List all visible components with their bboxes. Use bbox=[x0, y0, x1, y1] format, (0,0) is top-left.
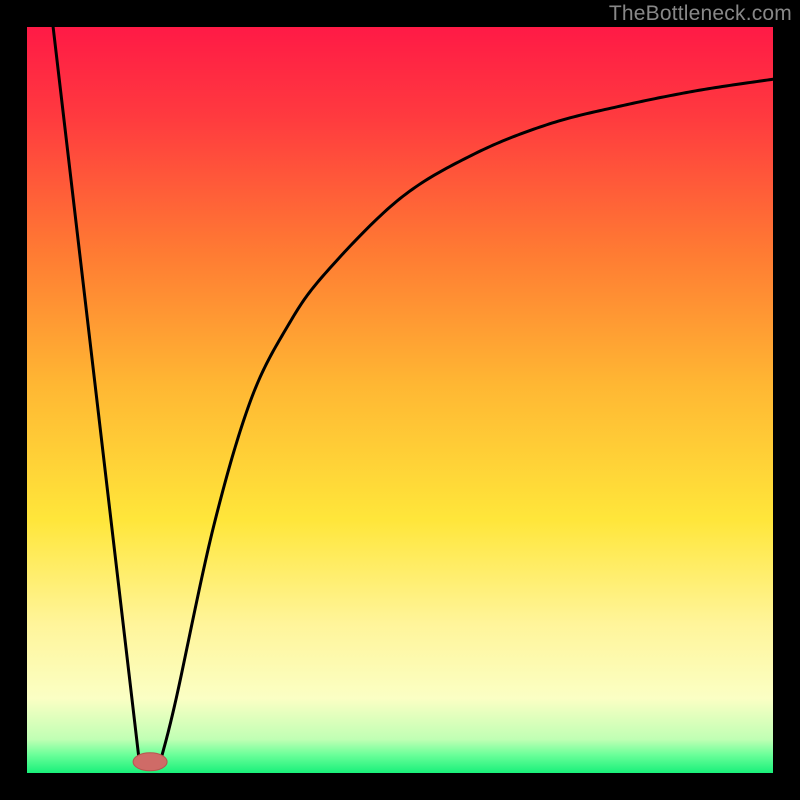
chart-frame: TheBottleneck.com bbox=[0, 0, 800, 800]
plot-area bbox=[27, 27, 773, 773]
attribution-text: TheBottleneck.com bbox=[609, 2, 792, 26]
optimal-marker-icon bbox=[133, 753, 167, 771]
gradient-bg bbox=[27, 27, 773, 773]
plot-svg bbox=[27, 27, 773, 773]
